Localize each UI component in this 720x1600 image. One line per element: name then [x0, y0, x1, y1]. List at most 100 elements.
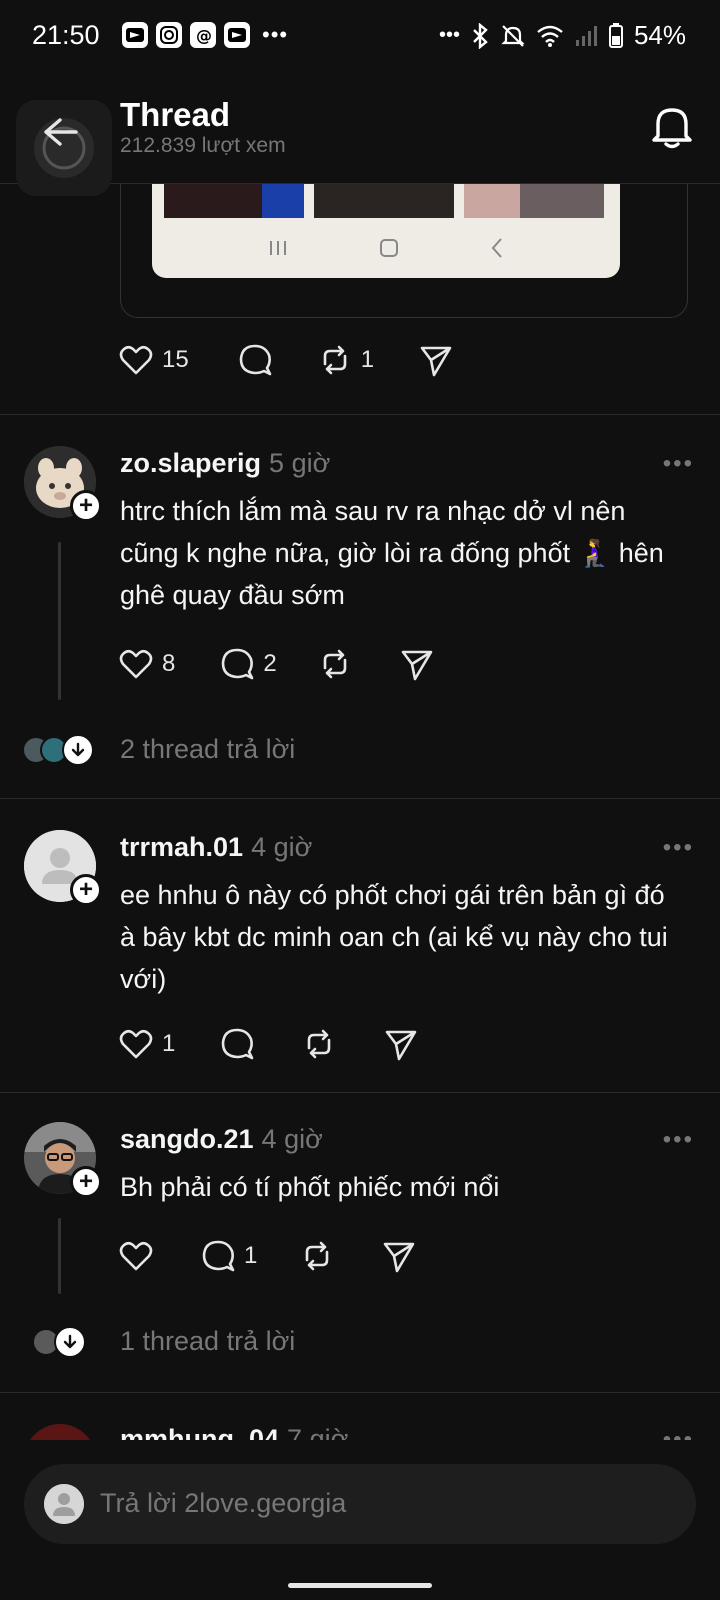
thumbnail-image	[314, 178, 454, 218]
threads-icon: @	[190, 22, 216, 48]
timestamp: 4 giờ	[251, 832, 313, 862]
back-arrow-icon	[44, 118, 78, 146]
comment-button[interactable]: 1	[200, 1238, 257, 1274]
heart-icon	[119, 1029, 153, 1059]
username[interactable]: zo.slaperig	[120, 448, 261, 478]
thread-line	[58, 1218, 61, 1294]
reply-input[interactable]: Trả lời 2love.georgia	[24, 1464, 696, 1544]
comment-button[interactable]: 2	[219, 646, 277, 682]
comment-header: zo.slaperig 5 giờ	[120, 448, 330, 479]
dots-icon: •••	[438, 24, 460, 46]
send-icon	[386, 1030, 417, 1061]
view-replies-link[interactable]: 2 thread trả lời	[120, 734, 295, 765]
comment-icon	[202, 1240, 235, 1272]
app-notification-icon-2	[224, 22, 250, 48]
comment-icon	[222, 1028, 254, 1060]
thread-header: Thread 212.839 lượt xem	[0, 74, 720, 196]
follow-plus-button[interactable]: +	[70, 874, 102, 906]
back-chevron-icon	[491, 238, 502, 258]
bluetooth-icon	[473, 22, 488, 49]
divider	[0, 798, 720, 799]
share-button[interactable]	[381, 1238, 417, 1274]
comment-header: sangdo.21 4 giờ	[120, 1124, 323, 1155]
repost-count: 1	[360, 346, 375, 373]
back-button[interactable]	[16, 100, 112, 196]
comment-button[interactable]	[237, 342, 273, 378]
screenshot-navbar	[152, 228, 620, 268]
timestamp: 4 giờ	[261, 1124, 323, 1154]
share-button[interactable]	[399, 646, 435, 682]
reply-placeholder: Trả lời 2love.georgia	[100, 1488, 347, 1518]
repost-button[interactable]	[317, 646, 353, 682]
reply-avatars[interactable]	[22, 734, 94, 766]
send-icon	[420, 346, 452, 377]
reply-avatars[interactable]	[32, 1326, 86, 1358]
send-icon	[401, 650, 433, 681]
like-button[interactable]	[118, 1238, 154, 1274]
comment-header: trrmah.01 4 giờ	[120, 832, 312, 863]
embedded-screenshot[interactable]	[152, 178, 620, 278]
status-time: 21:50	[32, 20, 100, 50]
follow-plus-button[interactable]: +	[70, 1166, 102, 1198]
follow-plus-button[interactable]: +	[70, 490, 102, 522]
comment-text: htrc thích lắm mà sau rv ra nhạc dở vl n…	[120, 496, 664, 610]
recent-apps-icon	[270, 241, 286, 255]
username[interactable]: trrmah.01	[120, 832, 243, 862]
expand-replies-icon[interactable]	[62, 734, 94, 766]
thumbnail-image	[164, 178, 304, 218]
repost-icon	[306, 1241, 329, 1271]
like-count: 8	[162, 650, 176, 677]
like-button[interactable]: 15	[118, 342, 189, 378]
user-avatar	[44, 1484, 84, 1524]
comment-text: Bh phải có tí phốt phiếc mới nổi	[120, 1172, 500, 1202]
expand-replies-icon[interactable]	[54, 1326, 86, 1358]
view-count: 212.839 lượt xem	[120, 134, 286, 157]
repost-button[interactable]	[299, 1238, 335, 1274]
repost-icon	[323, 345, 347, 375]
comment-text: ee hnhu ô này có phốt chơi gái trên bản …	[120, 880, 668, 994]
username[interactable]: sangdo.21	[120, 1124, 254, 1154]
thumbnail-image	[464, 178, 604, 218]
notification-bell-icon[interactable]	[650, 102, 694, 150]
reply-count: 2	[263, 650, 277, 677]
repost-button[interactable]: 1	[317, 342, 374, 378]
screenshot-thumbnails	[164, 178, 604, 218]
comment-button[interactable]	[219, 1026, 255, 1062]
like-count: 15	[162, 346, 189, 373]
comment-actions: 1	[118, 1238, 417, 1274]
divider	[0, 1092, 720, 1093]
send-icon	[384, 1242, 415, 1273]
like-button[interactable]: 1	[118, 1026, 175, 1062]
comment-icon	[222, 648, 254, 680]
top-post-actions: 15 1	[118, 342, 454, 378]
divider	[0, 414, 720, 415]
thread-line	[58, 542, 61, 700]
more-options-icon[interactable]: •••	[663, 450, 694, 478]
repost-icon	[308, 1029, 331, 1059]
share-button[interactable]	[418, 342, 454, 378]
instagram-icon	[156, 22, 182, 48]
mute-icon	[501, 24, 525, 47]
status-bar: 21:50 @ ••• ••• 54%	[0, 0, 720, 74]
more-options-icon[interactable]: •••	[663, 834, 694, 862]
view-replies-link[interactable]: 1 thread trả lời	[120, 1326, 295, 1357]
page-title: Thread	[120, 96, 231, 133]
reply-count: 1	[244, 1242, 258, 1269]
more-options-icon[interactable]: •••	[663, 1126, 694, 1154]
heart-icon	[119, 1241, 153, 1271]
divider	[0, 1392, 720, 1393]
system-icons: ••• 54%	[439, 20, 686, 51]
heart-icon	[119, 345, 153, 375]
battery-percent: 54%	[633, 20, 686, 50]
repost-button[interactable]	[301, 1026, 337, 1062]
comment-actions: 8 2	[118, 646, 435, 682]
heart-icon	[119, 649, 153, 679]
like-count: 1	[162, 1030, 176, 1057]
timestamp: 5 giờ	[269, 448, 331, 478]
comment-icon	[239, 344, 272, 376]
like-button[interactable]: 8	[118, 646, 175, 682]
battery-icon	[608, 22, 623, 48]
share-button[interactable]	[383, 1026, 419, 1062]
signal-icon	[575, 25, 597, 46]
home-indicator[interactable]	[288, 1583, 432, 1588]
